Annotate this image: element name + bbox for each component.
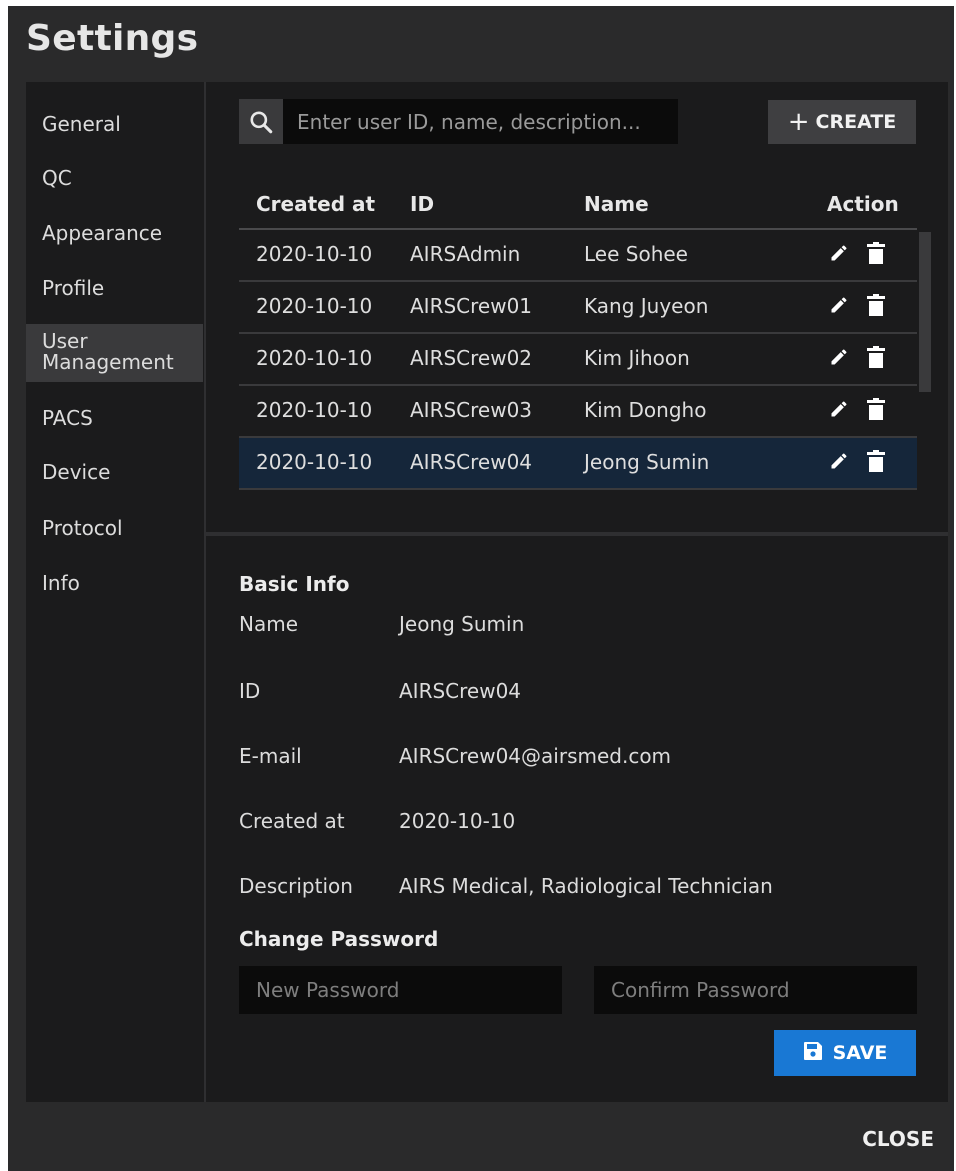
row-actions (829, 398, 885, 420)
table-row[interactable]: 2020-10-10 AIRSCrew01 Kang Juyeon (239, 282, 917, 334)
sidebar-item-protocol[interactable]: Protocol (26, 516, 203, 540)
search-bar (239, 99, 678, 144)
cell-id: AIRSCrew01 (410, 294, 533, 318)
sidebar-item-device[interactable]: Device (26, 460, 203, 484)
pencil-icon[interactable] (829, 451, 849, 471)
table-header: Created at ID Name Action (239, 184, 917, 230)
settings-sidebar: General QC Appearance Profile User Manag… (26, 82, 206, 1102)
user-list-panel: + CREATE Created at ID Name Action 2020-… (206, 82, 948, 532)
field-value-email: AIRSCrew04@airsmed.com (399, 744, 672, 768)
cell-name: Jeong Sumin (584, 450, 710, 474)
row-actions (829, 242, 885, 264)
row-actions (829, 450, 885, 472)
field-value-description: AIRS Medical, Radiological Technician (399, 874, 773, 898)
trash-icon[interactable] (867, 346, 885, 368)
field-value-created-at: 2020-10-10 (399, 809, 516, 833)
sidebar-item-profile[interactable]: Profile (26, 276, 203, 300)
user-detail-panel: Basic Info Name Jeong Sumin ID AIRSCrew0… (206, 536, 948, 1102)
pencil-icon[interactable] (829, 243, 849, 263)
cell-name: Kim Jihoon (584, 346, 690, 370)
new-password-field[interactable] (239, 966, 562, 1014)
dialog-title: Settings (26, 18, 199, 59)
cell-id: AIRSCrew04 (410, 450, 533, 474)
floppy-disk-icon (803, 1041, 823, 1066)
sidebar-item-user-management[interactable]: User Management (26, 324, 203, 382)
pencil-icon[interactable] (829, 399, 849, 419)
save-button[interactable]: SAVE (774, 1030, 916, 1076)
save-button-label: SAVE (832, 1042, 888, 1064)
field-label-created-at: Created at (239, 809, 345, 833)
row-actions (829, 346, 885, 368)
settings-dialog: Settings General QC Appearance Profile U… (8, 6, 954, 1171)
table-row[interactable]: 2020-10-10 AIRSAdmin Lee Sohee (239, 230, 917, 282)
create-user-button[interactable]: + CREATE (768, 100, 916, 144)
field-label-id: ID (239, 679, 261, 703)
field-value-id: AIRSCrew04 (399, 679, 522, 703)
field-label-email: E-mail (239, 744, 302, 768)
search-icon[interactable] (239, 99, 283, 144)
table-scrollbar[interactable] (919, 232, 931, 392)
cell-id: AIRSAdmin (410, 242, 521, 266)
change-password-title: Change Password (239, 927, 439, 951)
table-row[interactable]: 2020-10-10 AIRSCrew03 Kim Dongho (239, 386, 917, 438)
cell-name: Lee Sohee (584, 242, 688, 266)
column-header-action: Action (827, 192, 899, 216)
cell-created-at: 2020-10-10 (256, 346, 373, 370)
cell-created-at: 2020-10-10 (256, 294, 373, 318)
column-header-id: ID (410, 192, 435, 216)
field-label-description: Description (239, 874, 353, 898)
trash-icon[interactable] (867, 450, 885, 472)
row-actions (829, 294, 885, 316)
cell-created-at: 2020-10-10 (256, 242, 373, 266)
cell-name: Kang Juyeon (584, 294, 709, 318)
create-button-label: CREATE (815, 111, 897, 133)
cell-id: AIRSCrew03 (410, 398, 533, 422)
table-row-selected[interactable]: 2020-10-10 AIRSCrew04 Jeong Sumin (239, 438, 917, 490)
column-header-created-at: Created at (256, 192, 376, 216)
pencil-icon[interactable] (829, 347, 849, 367)
sidebar-item-appearance[interactable]: Appearance (26, 221, 203, 245)
plus-icon: + (787, 107, 810, 137)
column-header-name: Name (584, 192, 649, 216)
basic-info-title: Basic Info (239, 572, 350, 596)
table-row[interactable]: 2020-10-10 AIRSCrew02 Kim Jihoon (239, 334, 917, 386)
field-value-name: Jeong Sumin (399, 612, 525, 636)
search-input[interactable] (283, 99, 678, 144)
cell-name: Kim Dongho (584, 398, 707, 422)
cell-id: AIRSCrew02 (410, 346, 533, 370)
trash-icon[interactable] (867, 398, 885, 420)
close-button[interactable]: CLOSE (856, 1126, 940, 1152)
dialog-body: General QC Appearance Profile User Manag… (26, 82, 948, 1102)
cell-created-at: 2020-10-10 (256, 450, 373, 474)
sidebar-item-info[interactable]: Info (26, 571, 203, 595)
sidebar-item-general[interactable]: General (26, 112, 203, 136)
pencil-icon[interactable] (829, 295, 849, 315)
confirm-password-field[interactable] (594, 966, 917, 1014)
sidebar-item-pacs[interactable]: PACS (26, 406, 203, 430)
trash-icon[interactable] (867, 242, 885, 264)
cell-created-at: 2020-10-10 (256, 398, 373, 422)
field-label-name: Name (239, 612, 299, 636)
trash-icon[interactable] (867, 294, 885, 316)
sidebar-item-qc[interactable]: QC (26, 166, 203, 190)
